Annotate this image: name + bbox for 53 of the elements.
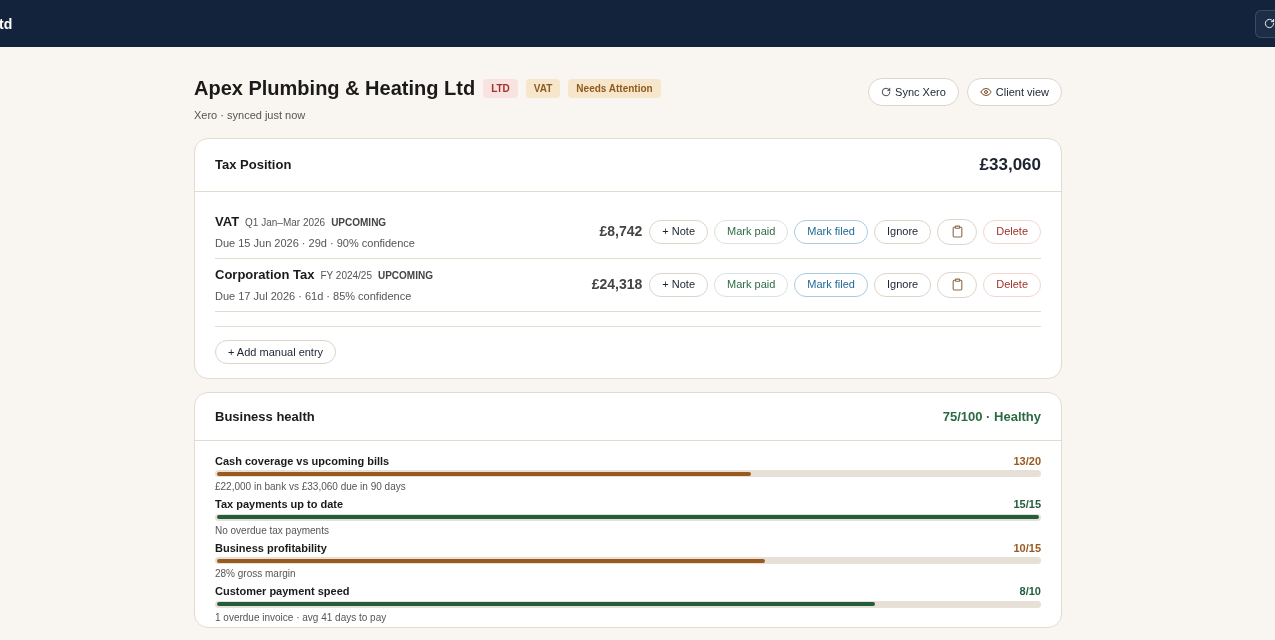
action-button[interactable]: Mark filed (794, 272, 868, 297)
action-button[interactable]: Mark paid (714, 219, 789, 244)
refresh-button[interactable] (1255, 9, 1275, 38)
tax-name: VAT (215, 213, 240, 231)
clipboard-icon (950, 278, 964, 291)
clipboard-icon (950, 225, 964, 238)
clipboard-button[interactable] (937, 271, 978, 298)
clipboard-button[interactable] (937, 218, 978, 245)
client-name: Apex Plumbing & Heating Ltd (194, 76, 476, 101)
add-entry-button[interactable]: + Add manual entry (215, 339, 337, 364)
status-badge: Needs Attention (568, 78, 661, 98)
card-title: Business health (215, 407, 315, 426)
action-button[interactable]: Delete (983, 272, 1041, 297)
action-button[interactable]: Mark filed (794, 219, 868, 244)
metric-name: Cash coverage vs upcoming bills (215, 453, 390, 469)
metric-note: 1 overdue invoice · avg 41 days to pay (215, 610, 388, 625)
metric-note: No overdue tax payments (215, 523, 330, 538)
tax-period: FY 2024/25 (320, 269, 372, 283)
action-button[interactable]: Ignore (874, 219, 932, 244)
tax-name: Corporation Tax (215, 266, 315, 284)
action-button[interactable]: + Note (649, 219, 708, 244)
tax-amount: £8,742 (599, 222, 643, 241)
client-view-button[interactable]: Client view (966, 78, 1062, 106)
metric-score: 10/15 (1013, 540, 1041, 556)
card-title: Tax Position (215, 155, 292, 174)
health-score: 75/100 · Healthy (942, 407, 1041, 426)
sync-status: Xero · synced just now (194, 108, 307, 123)
metric-score: 15/15 (1013, 497, 1041, 513)
status-badge: VAT (525, 78, 561, 98)
tax-amount: £24,318 (591, 275, 643, 294)
metric-name: Customer payment speed (215, 584, 350, 600)
metric-note: £22,000 in bank vs £33,060 due in 90 days (215, 480, 407, 495)
tax-period: Q1 Jan–Mar 2026 (245, 216, 326, 230)
tax-status: UPCOMING (331, 216, 387, 230)
sync-button[interactable]: Sync Xero (868, 78, 959, 106)
tax-details: Due 17 Jul 2026 · 61d · 85% confidence (215, 288, 413, 304)
metric-score: 8/10 (1019, 584, 1041, 600)
action-button[interactable]: + Note (649, 272, 708, 297)
metric-name: Tax payments up to date (215, 497, 344, 513)
tax-status: UPCOMING (377, 269, 433, 283)
refresh-icon (1264, 18, 1275, 29)
metric-name: Business profitability (215, 540, 327, 556)
status-badge: LTD (483, 78, 518, 98)
metric-note: 28% gross margin (215, 567, 297, 582)
total-amount: £33,060 (979, 153, 1041, 176)
action-button[interactable]: Mark paid (714, 272, 789, 297)
refresh-icon (881, 87, 892, 97)
action-button[interactable]: Delete (983, 219, 1041, 244)
eye-icon (979, 86, 992, 98)
tax-details: Due 15 Jun 2026 · 29d · 90% confidence (215, 235, 415, 251)
brand-text: td (0, 14, 13, 34)
action-button[interactable]: Ignore (874, 272, 932, 297)
metric-score: 13/20 (1013, 453, 1041, 469)
